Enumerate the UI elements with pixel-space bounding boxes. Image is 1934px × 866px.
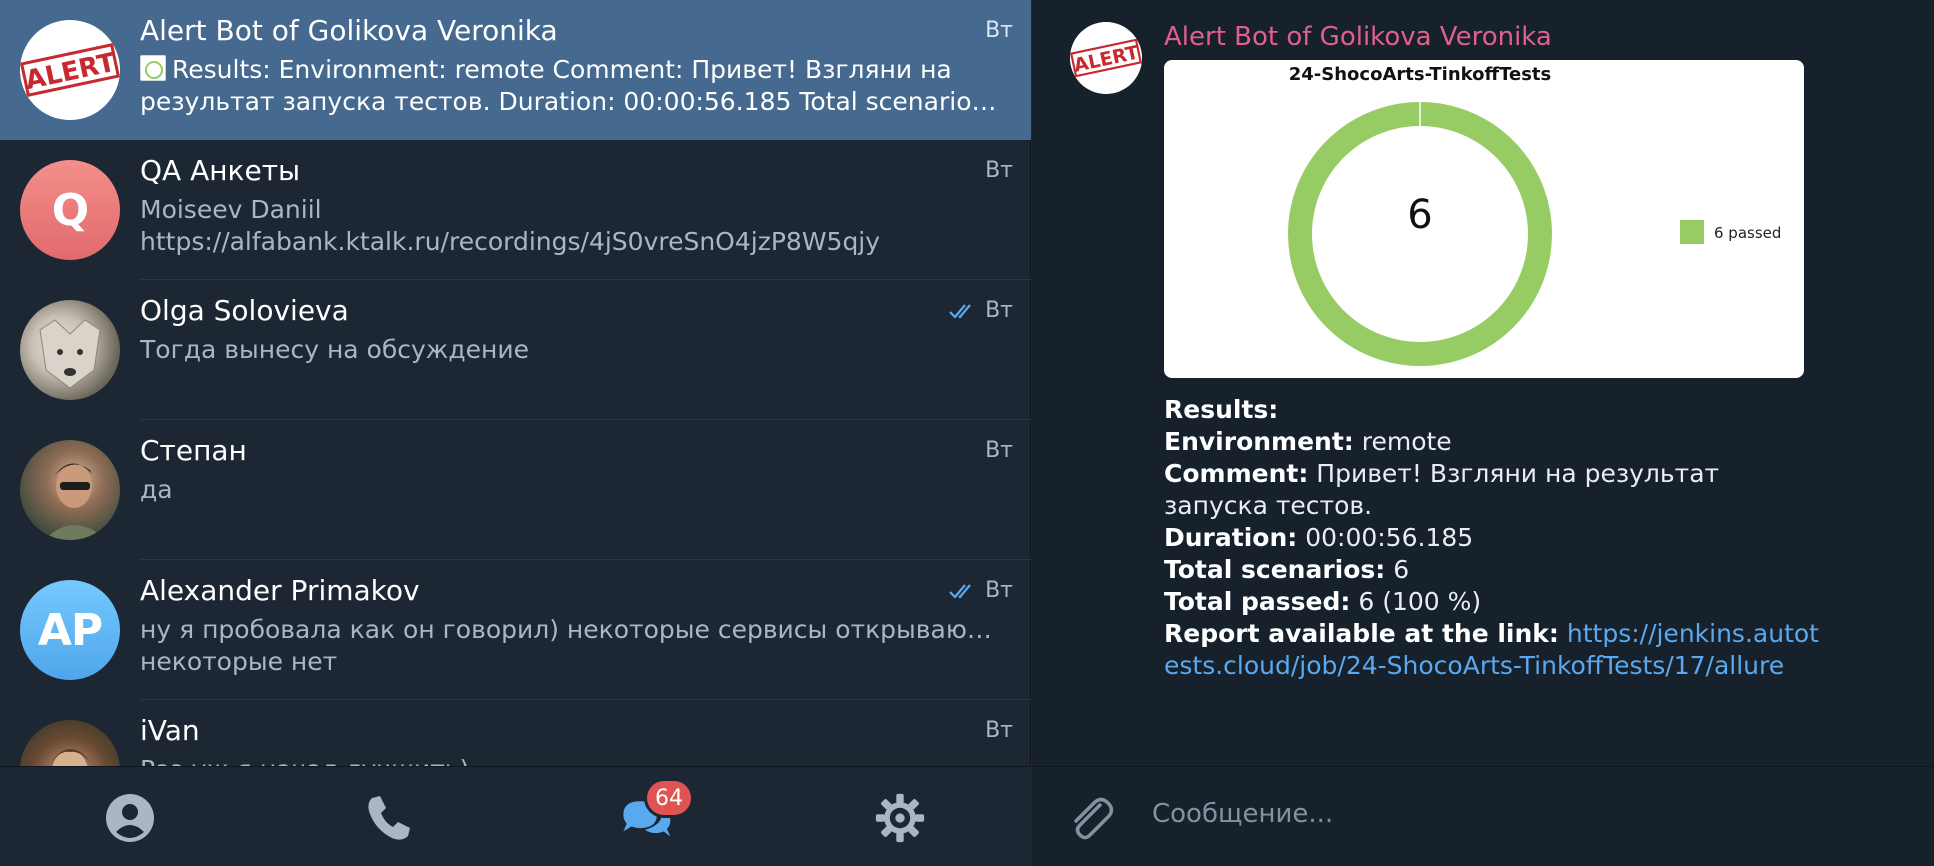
chat-time: Вт	[985, 18, 1013, 43]
donut-chart: 24-ShocoArts-TinkoffTests 6 6 passed	[1288, 64, 1781, 366]
settings-icon	[875, 793, 925, 843]
alert-bot-avatar: ALERT	[20, 20, 120, 120]
message-composer: Сообщение...	[1032, 766, 1934, 866]
telegram-app: ALERT Alert Bot of Golikova Veronika Вт …	[0, 0, 1934, 866]
duration-line: Duration: 00:00:56.185	[1164, 522, 1824, 554]
total-passed-line: Total passed: 6 (100 %)	[1164, 586, 1824, 618]
avatar: AP	[20, 580, 120, 680]
total-scenarios-label: Total scenarios:	[1164, 555, 1386, 584]
avatar-initials: Q	[51, 184, 89, 236]
chat-preview-line: результат запуска тестов. Duration: 00:0…	[140, 87, 1001, 116]
report-label: Report available at the link:	[1164, 619, 1559, 648]
chat-list-pane: ALERT Alert Bot of Golikova Veronika Вт …	[0, 0, 1031, 866]
chart-image[interactable]: 24-ShocoArts-TinkoffTests 6 6 passed	[1164, 60, 1804, 378]
chat-row-alert-bot[interactable]: ALERT Alert Bot of Golikova Veronika Вт …	[0, 0, 1031, 140]
chat-time: Вт	[985, 158, 1013, 183]
chat-name: Alexander Primakov	[140, 574, 420, 607]
tab-calls[interactable]	[362, 792, 414, 844]
chat-name: QA Анкеты	[140, 154, 301, 187]
chat-preview-line: ну я пробовала как он говорил) некоторые…	[140, 615, 1001, 644]
read-checkmarks-icon	[949, 304, 971, 319]
report-line: Report available at the link: https://je…	[1164, 618, 1824, 682]
unread-badge: 64	[644, 778, 694, 818]
results-line: Results:	[1164, 394, 1824, 426]
chat-name: Степан	[140, 434, 247, 467]
chat-name: Alert Bot of Golikova Veronika	[140, 14, 558, 47]
environment-line: Environment: remote	[1164, 426, 1824, 458]
attach-icon[interactable]	[1062, 789, 1118, 845]
total-passed-value: 6 (100 %)	[1358, 587, 1482, 616]
chat-preview: Moiseev Daniil https://alfabank.ktalk.ru…	[140, 194, 1001, 258]
chat-preview: Тогда вынесу на обсуждение	[140, 334, 1001, 366]
bottom-tab-bar	[0, 766, 1031, 866]
chat-time: Вт	[985, 298, 1013, 323]
comment-line: Comment: Привет! Взгляни на результат за…	[1164, 458, 1824, 522]
results-label: Results:	[1164, 395, 1279, 424]
chat-preview-line: https://alfabank.ktalk.ru/recordings/4jS…	[140, 227, 881, 256]
avatar: Q	[20, 160, 120, 260]
chat-preview-line: Moiseev Daniil	[140, 195, 322, 224]
avatar-initials: AP	[37, 604, 103, 656]
chat-row-olga-solovieva[interactable]: Olga Solovieva Вт Тогда вынесу на обсужд…	[0, 280, 1031, 420]
legend-swatch	[1680, 220, 1704, 244]
chat-preview: Results: Environment: remote Comment: Пр…	[140, 54, 1001, 118]
chat-time: Вт	[985, 718, 1013, 743]
avatar	[20, 300, 120, 400]
alert-stamp-icon: ALERT	[20, 20, 120, 120]
chat-time: Вт	[985, 578, 1013, 603]
avatar	[20, 720, 120, 766]
contacts-icon	[106, 794, 154, 842]
comment-label: Comment:	[1164, 459, 1309, 488]
total-scenarios-line: Total scenarios: 6	[1164, 554, 1824, 586]
message-sender-name[interactable]: Alert Bot of Golikova Veronika	[1164, 22, 1552, 52]
total-passed-label: Total passed:	[1164, 587, 1351, 616]
calls-icon	[368, 796, 410, 840]
chat-name: Olga Solovieva	[140, 294, 349, 327]
wolf-photo-icon	[39, 319, 101, 389]
chat-time: Вт	[985, 438, 1013, 463]
environment-label: Environment:	[1164, 427, 1354, 456]
image-thumbnail-icon	[140, 55, 166, 81]
tab-settings[interactable]	[874, 792, 926, 844]
chart-center-label: 6	[1407, 192, 1432, 238]
message-input[interactable]: Сообщение...	[1152, 799, 1333, 829]
chat-preview: ну я пробовала как он говорил) некоторые…	[140, 614, 1001, 678]
chart-title: 24-ShocoArts-TinkoffTests	[1289, 64, 1551, 85]
chat-list: ALERT Alert Bot of Golikova Veronika Вт …	[0, 0, 1031, 766]
duration-label: Duration:	[1164, 523, 1298, 552]
legend-label: 6 passed	[1714, 224, 1781, 242]
chat-preview: Раз уж я начал лучшить)	[140, 754, 1001, 766]
total-scenarios-value: 6	[1393, 555, 1410, 584]
person-photo-icon	[50, 749, 92, 766]
chat-preview-line: Раз уж я начал лучшить)	[140, 754, 1001, 766]
duration-value: 00:00:56.185	[1305, 523, 1474, 552]
chat-preview-line: Тогда вынесу на обсуждение	[140, 335, 529, 364]
person-photo-icon	[44, 463, 106, 540]
chat-row-alexander-primakov[interactable]: AP Alexander Primakov Вт ну я пробовала …	[0, 560, 1031, 700]
message-text: Results: Environment: remote Comment: Пр…	[1164, 394, 1824, 682]
chat-row-qa-ankety[interactable]: Q QA Анкеты Вт Moiseev Daniil https://al…	[0, 140, 1031, 280]
chat-row-ivan[interactable]: iVan Вт Раз уж я начал лучшить)	[0, 700, 1031, 766]
avatar	[20, 440, 120, 540]
tab-contacts[interactable]	[104, 792, 156, 844]
chat-preview: да	[140, 474, 1001, 506]
conversation-pane: ALERT Alert Bot of Golikova Veronika 24-…	[1032, 0, 1934, 866]
environment-value: remote	[1361, 427, 1452, 456]
alert-stamp-icon: ALERT	[1070, 22, 1142, 94]
chat-preview-line: да	[140, 475, 173, 504]
read-checkmarks-icon	[949, 584, 971, 599]
chat-preview-line: некоторые нет	[140, 647, 338, 676]
chat-preview-line: Results: Environment: remote Comment: Пр…	[140, 54, 1001, 86]
chat-name: iVan	[140, 714, 200, 747]
chat-row-stepan[interactable]: Степан Вт да	[0, 420, 1031, 560]
chart-legend: 6 passed	[1680, 220, 1781, 244]
message-sender-avatar[interactable]: ALERT	[1070, 22, 1142, 94]
